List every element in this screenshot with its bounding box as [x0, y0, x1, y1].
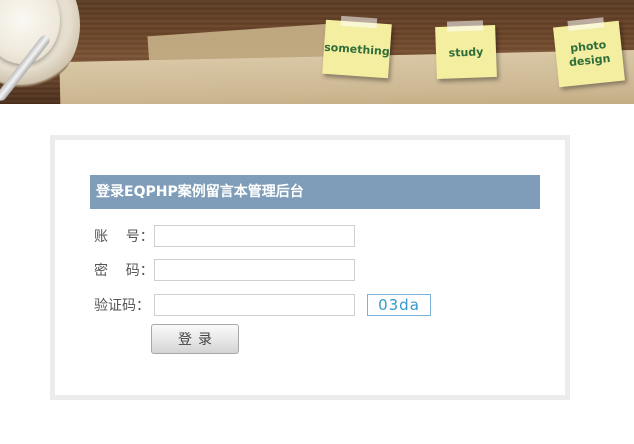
account-input[interactable]	[154, 225, 355, 247]
login-button[interactable]: 登录	[151, 324, 239, 354]
sticky-note-label: photo design	[568, 38, 611, 70]
captcha-input[interactable]	[154, 294, 355, 316]
tape	[340, 15, 378, 29]
sticky-note-something: something	[322, 15, 392, 79]
login-panel: 登录EQPHP案例留言本管理后台 账 号： 密 码： 验证码： 03da 登录	[50, 135, 570, 400]
captcha-label: 验证码：	[94, 298, 150, 314]
tape	[446, 20, 484, 32]
header-banner: something study photo design	[0, 0, 634, 104]
captcha-image[interactable]: 03da	[367, 294, 431, 316]
account-row: 账 号：	[94, 224, 355, 248]
password-row: 密 码：	[94, 258, 355, 282]
account-label: 账 号：	[94, 229, 154, 245]
sticky-note-photo-design: photo design	[553, 17, 625, 88]
captcha-row: 验证码： 03da	[94, 293, 431, 317]
sticky-note-label: something	[323, 40, 391, 58]
password-input[interactable]	[154, 259, 355, 281]
login-title: 登录EQPHP案例留言本管理后台	[90, 175, 540, 209]
sticky-note-study: study	[435, 20, 497, 80]
sticky-note-label: study	[448, 44, 484, 60]
password-label: 密 码：	[94, 263, 154, 279]
